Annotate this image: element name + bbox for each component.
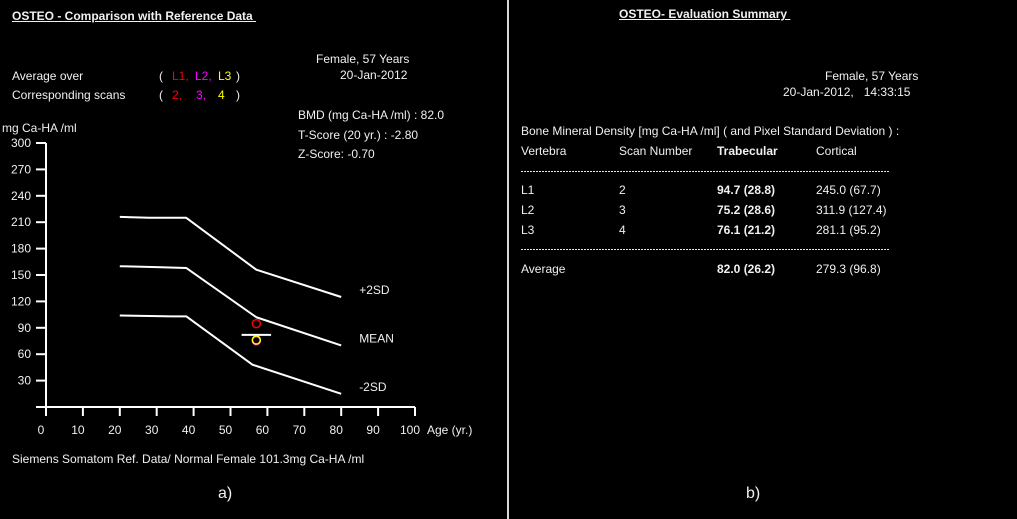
x-tick-label: 10: [71, 423, 85, 437]
series-label-minus2sd: -2SD: [359, 380, 387, 394]
cell-vertebra: L1: [521, 183, 535, 197]
column-header-trabecular: Trabecular: [717, 144, 778, 158]
x-tick-label: 40: [182, 423, 196, 437]
x-tick-label: 50: [219, 423, 233, 437]
cell-trabecular: 94.7 (28.8): [717, 183, 776, 197]
series-label-plus2sd: +2SD: [359, 283, 390, 297]
exam-datetime: 20-Jan-2012, 14:33:15: [783, 85, 911, 99]
x-tick-label: 80: [330, 423, 344, 437]
table-caption: Bone Mineral Density [mg Ca-HA /ml] ( an…: [521, 124, 900, 138]
x-tick-label: 90: [366, 423, 380, 437]
x-tick-label: 30: [145, 423, 159, 437]
x-tick-label: 60: [256, 423, 270, 437]
y-tick-label: 240: [11, 189, 31, 203]
series-line-plus2sd: [119, 215, 342, 298]
table-divider: [521, 171, 889, 172]
cell-cortical: 311.9 (127.4): [816, 203, 887, 217]
y-tick-label: 30: [18, 374, 32, 388]
series-line-mean: [119, 265, 342, 347]
y-tick-label: 150: [11, 268, 31, 282]
table-divider: [521, 249, 889, 250]
cell-average-label: Average: [521, 262, 566, 276]
reference-chart: 30 60 90 120 150 180 210 240 270 300 0 10 20 30 40 50 60…: [11, 136, 420, 437]
cell-cortical: 245.0 (67.7): [816, 183, 881, 197]
panel-caption-b: b): [746, 485, 761, 502]
panel-divider: [507, 0, 509, 519]
cell-average-cortical: 279.3 (96.8): [816, 262, 881, 276]
x-tick-label: 0: [38, 423, 45, 437]
x-tick-label: 100: [400, 423, 420, 437]
cell-trabecular: 75.2 (28.6): [717, 203, 776, 217]
right-panel-title: OSTEO- Evaluation Summary: [619, 7, 791, 21]
y-tick-label: 270: [11, 162, 31, 176]
cell-trabecular: 76.1 (21.2): [717, 223, 776, 237]
patient-point-l1: [251, 318, 262, 329]
y-tick-label: 60: [18, 347, 32, 361]
x-tick-label: 20: [108, 423, 122, 437]
column-header-cortical: Cortical: [816, 144, 857, 158]
cell-vertebra: L3: [521, 223, 535, 237]
series-line-minus2sd: [119, 314, 342, 395]
column-header-vertebra: Vertebra: [521, 144, 567, 158]
y-tick-label: 90: [18, 321, 32, 335]
reference-data-footer: Siemens Somatom Ref. Data/ Normal Female…: [12, 452, 365, 466]
series-label-mean: MEAN: [359, 331, 394, 345]
y-tick-label: 210: [11, 215, 31, 229]
y-tick-label: 300: [11, 136, 31, 150]
y-tick-label: 120: [11, 294, 31, 308]
cell-scan-number: 2: [619, 183, 626, 197]
column-header-scan-number: Scan Number: [619, 144, 693, 158]
x-tick-label: 70: [293, 423, 307, 437]
cell-cortical: 281.1 (95.2): [816, 223, 881, 237]
cell-scan-number: 3: [619, 203, 626, 217]
cell-vertebra: L2: [521, 203, 535, 217]
cell-scan-number: 4: [619, 223, 626, 237]
panel-caption-a: a): [218, 485, 233, 502]
cell-average-trabecular: 82.0 (26.2): [717, 262, 776, 276]
y-tick-label: 180: [11, 242, 31, 256]
patient-info: Female, 57 Years: [825, 69, 919, 83]
